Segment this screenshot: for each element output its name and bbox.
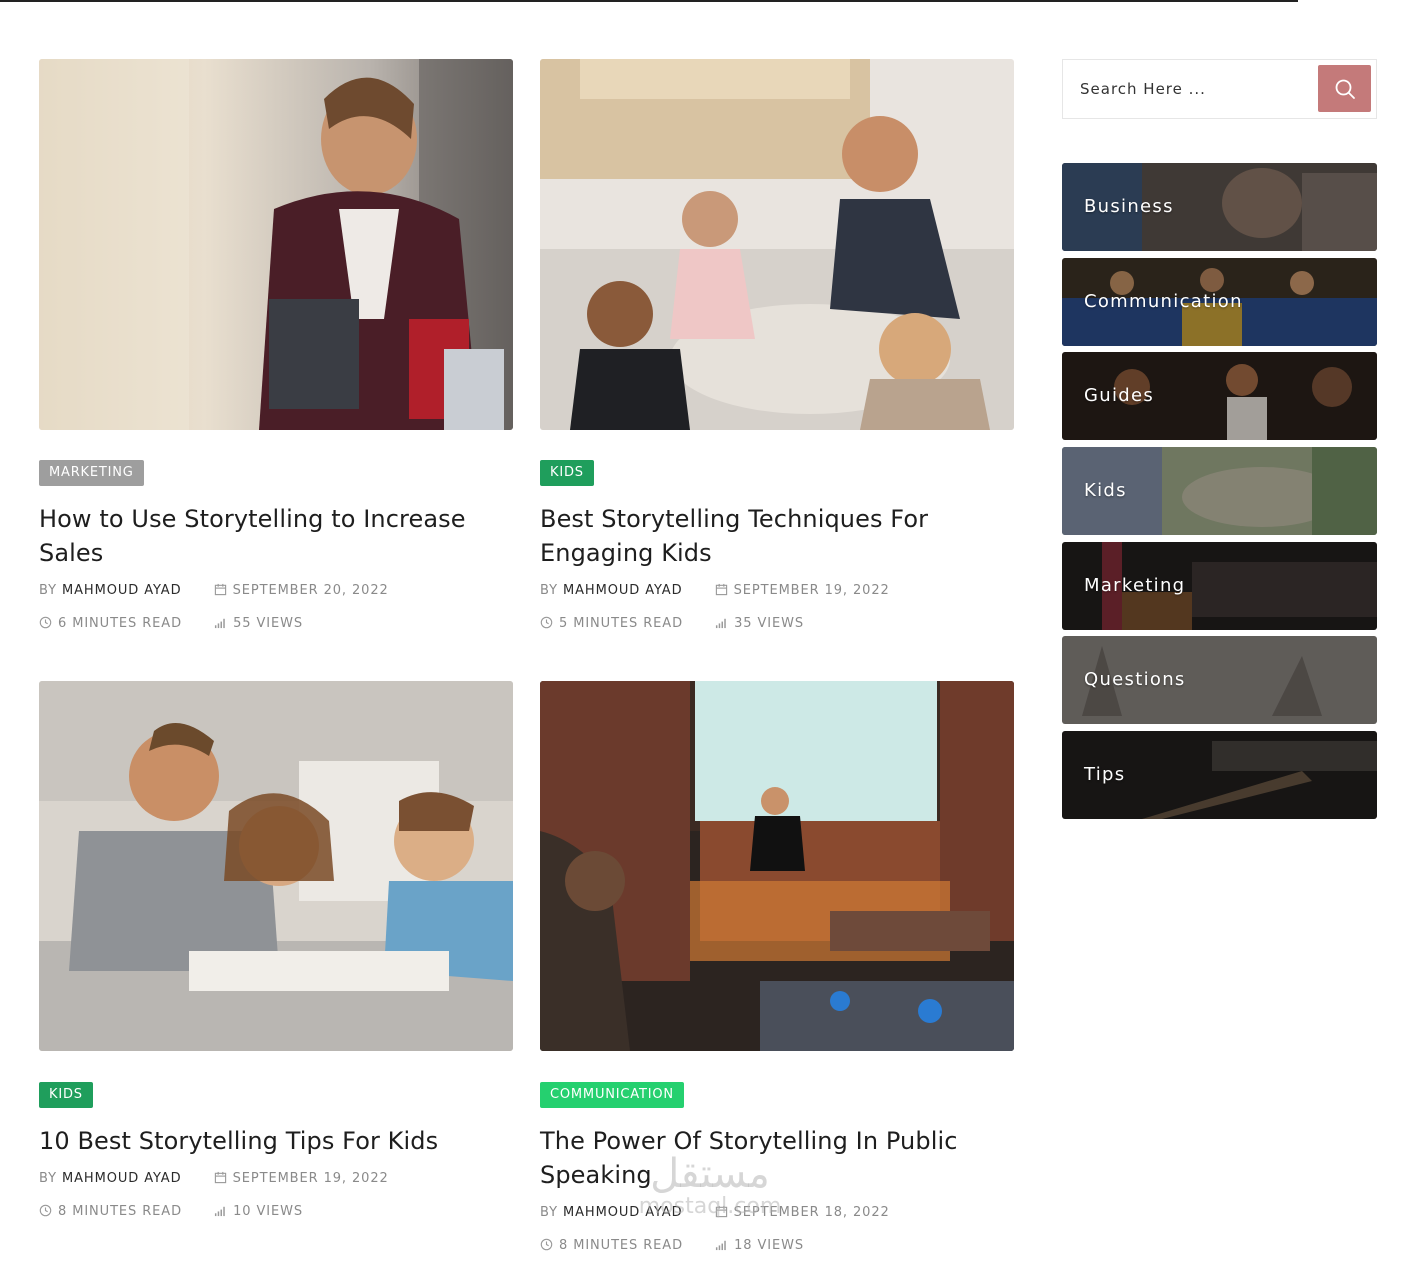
post-card: Kids Best Storytelling Techniques For En… [540, 59, 1014, 631]
author-prefix: By [39, 583, 57, 598]
author-link[interactable]: Mahmoud Ayad [62, 583, 182, 598]
post-stats-line: 5 Minutes Read 35 Views [540, 616, 804, 631]
category-guides[interactable]: Guides [1062, 352, 1377, 440]
category-label: Business [1084, 196, 1174, 217]
category-label: Marketing [1084, 575, 1186, 596]
view-count: 18 Views [734, 1238, 804, 1253]
search-icon [1333, 77, 1357, 101]
category-marketing[interactable]: Marketing [1062, 542, 1377, 630]
signal-bars-icon [214, 616, 227, 629]
read-time: 8 Minutes Read [58, 1204, 182, 1219]
clock-icon [39, 1204, 52, 1217]
calendar-icon [715, 1205, 728, 1218]
post-tag[interactable]: Kids [540, 460, 594, 486]
view-count: 55 Views [233, 616, 303, 631]
read-time: 6 Minutes Read [58, 616, 182, 631]
post-date: September 19, 2022 [733, 583, 890, 598]
post-tag[interactable]: Kids [39, 1082, 93, 1108]
read-time: 5 Minutes Read [559, 616, 683, 631]
post-tag[interactable]: Communication [540, 1082, 684, 1108]
post-card: Marketing How to Use Storytelling to Inc… [39, 59, 513, 631]
post-date: September 20, 2022 [232, 583, 389, 598]
author-prefix: By [540, 583, 558, 598]
post-date: September 18, 2022 [733, 1205, 890, 1220]
category-label: Guides [1084, 385, 1155, 406]
clock-icon [39, 616, 52, 629]
post-card: Kids 10 Best Storytelling Tips For Kids … [39, 681, 513, 1219]
post-meta-line: By Mahmoud Ayad September 18, 2022 [540, 1205, 890, 1220]
post-meta-line: By Mahmoud Ayad September 20, 2022 [39, 583, 389, 598]
view-count: 10 Views [233, 1204, 303, 1219]
author-link[interactable]: Mahmoud Ayad [563, 1205, 683, 1220]
post-stats-line: 6 Minutes Read 55 Views [39, 616, 303, 631]
category-communication[interactable]: Communication [1062, 258, 1377, 346]
author-link[interactable]: Mahmoud Ayad [563, 583, 683, 598]
signal-bars-icon [715, 1238, 728, 1251]
author-link[interactable]: Mahmoud Ayad [62, 1171, 182, 1186]
post-image[interactable] [39, 59, 513, 430]
category-kids[interactable]: Kids [1062, 447, 1377, 535]
signal-bars-icon [715, 616, 728, 629]
post-stats-line: 8 Minutes Read 18 Views [540, 1238, 804, 1253]
post-image[interactable] [39, 681, 513, 1051]
author-prefix: By [540, 1205, 558, 1220]
post-stats-line: 8 Minutes Read 10 Views [39, 1204, 303, 1219]
search-button[interactable] [1318, 65, 1371, 112]
calendar-icon [715, 583, 728, 596]
calendar-icon [214, 583, 227, 596]
post-meta-line: By Mahmoud Ayad September 19, 2022 [540, 583, 890, 598]
post-title[interactable]: How to Use Storytelling to Increase Sale… [39, 502, 513, 570]
category-questions[interactable]: Questions [1062, 636, 1377, 724]
post-meta-line: By Mahmoud Ayad September 19, 2022 [39, 1171, 389, 1186]
post-card: Communication The Power Of Storytelling … [540, 681, 1014, 1253]
category-tips[interactable]: Tips [1062, 731, 1377, 819]
author-prefix: By [39, 1171, 57, 1186]
signal-bars-icon [214, 1204, 227, 1217]
category-label: Questions [1084, 669, 1186, 690]
category-label: Tips [1084, 764, 1126, 785]
calendar-icon [214, 1171, 227, 1184]
post-image[interactable] [540, 681, 1014, 1051]
search-box [1062, 59, 1377, 119]
post-title[interactable]: 10 Best Storytelling Tips For Kids [39, 1124, 513, 1158]
post-title[interactable]: The Power Of Storytelling In Public Spea… [540, 1124, 1014, 1192]
post-title[interactable]: Best Storytelling Techniques For Engagin… [540, 502, 1014, 570]
post-image[interactable] [540, 59, 1014, 430]
category-label: Kids [1084, 480, 1127, 501]
category-label: Communication [1084, 291, 1243, 312]
search-input[interactable] [1063, 60, 1313, 118]
clock-icon [540, 1238, 553, 1251]
category-business[interactable]: Business [1062, 163, 1377, 251]
post-tag[interactable]: Marketing [39, 460, 144, 486]
read-time: 8 Minutes Read [559, 1238, 683, 1253]
post-date: September 19, 2022 [232, 1171, 389, 1186]
clock-icon [540, 616, 553, 629]
top-divider [0, 0, 1298, 2]
view-count: 35 Views [734, 616, 804, 631]
